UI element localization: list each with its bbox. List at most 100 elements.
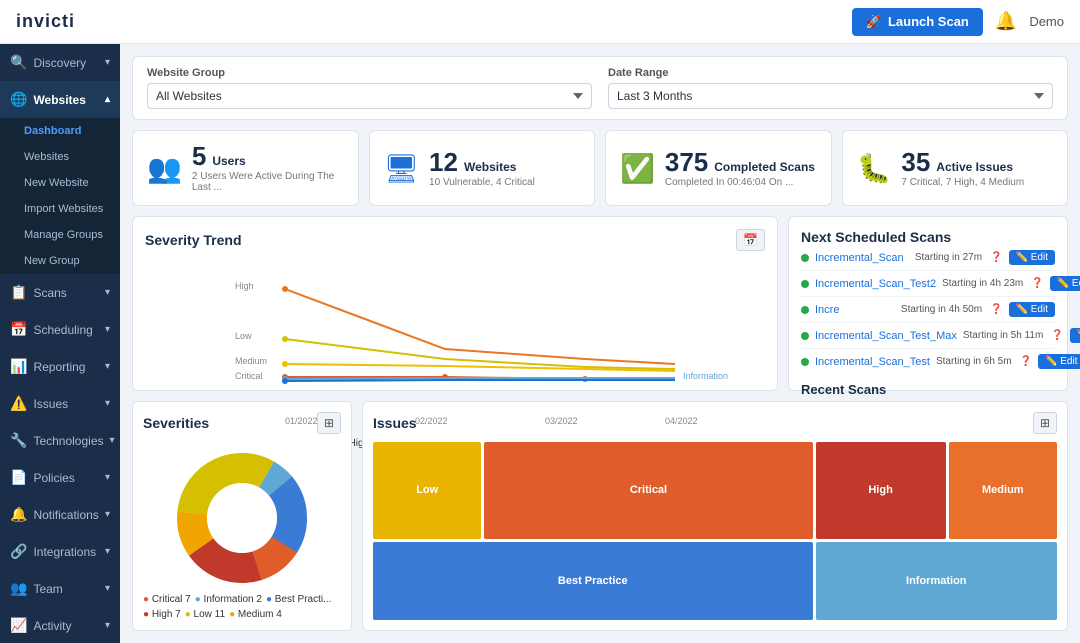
- sidebar-item-technologies[interactable]: 🔧 Technologies ▾: [0, 422, 120, 459]
- chevron-down-icon: ▾: [105, 287, 110, 298]
- sidebar-item-label: Policies: [33, 471, 74, 485]
- header-actions: 🚀 Launch Scan 🔔 Demo: [852, 8, 1064, 36]
- next-scheduled-scans-panel: Next Scheduled Scans Incremental_Scan St…: [788, 216, 1068, 391]
- rocket-icon: 🚀: [866, 14, 882, 30]
- users-sub: 2 Users Were Active During The Last ...: [192, 171, 344, 193]
- activity-icon: 📈: [10, 617, 27, 634]
- scan-time: Starting in 27m: [915, 252, 982, 263]
- scans-stat-icon: ✅: [620, 152, 655, 185]
- chart-title: Severity Trend: [145, 232, 242, 248]
- scan-help-icon[interactable]: ❓: [990, 304, 1002, 315]
- issues-label: Active Issues: [936, 160, 1013, 174]
- notification-icon[interactable]: 🔔: [995, 11, 1017, 32]
- user-label[interactable]: Demo: [1029, 14, 1064, 29]
- svg-text:01/2022: 01/2022: [285, 416, 318, 426]
- sidebar-item-discovery[interactable]: 🔍 Discovery ▾: [0, 44, 120, 81]
- severity-chart-svg: High Low Medium Critical Information 01/…: [145, 259, 765, 429]
- scan-name[interactable]: Incremental_Scan_Test2: [815, 278, 936, 290]
- treemap-low[interactable]: Low: [373, 442, 481, 539]
- treemap-information[interactable]: Information: [816, 542, 1057, 620]
- scan-name[interactable]: Incremental_Scan_Test_Max: [815, 330, 957, 342]
- sidebar-sub-item-new-website[interactable]: New Website: [0, 170, 120, 196]
- svg-text:Critical: Critical: [235, 371, 263, 381]
- sidebar-sub-item-manage-groups[interactable]: Manage Groups: [0, 222, 120, 248]
- date-range-filter: Date Range Last 3 Months: [608, 67, 1053, 109]
- scan-status-dot: [801, 332, 809, 340]
- scan-name[interactable]: Incre: [815, 304, 895, 316]
- sidebar-item-scans[interactable]: 📋 Scans ▾: [0, 274, 120, 311]
- scan-time: Starting in 4h 23m: [942, 278, 1023, 289]
- sidebar-item-label: Team: [33, 582, 62, 596]
- next-scans-title: Next Scheduled Scans: [801, 229, 1055, 245]
- scan-status-dot: [801, 254, 809, 262]
- scans-count: 375: [665, 149, 708, 175]
- website-group-select[interactable]: All Websites: [147, 83, 592, 109]
- edit-scan-button[interactable]: ✏️ Edit: [1009, 302, 1055, 317]
- scan-status-dot: [801, 306, 809, 314]
- sidebar-sub-item-dashboard[interactable]: Dashboard: [0, 118, 120, 144]
- stat-info: 5 Users 2 Users Were Active During The L…: [192, 143, 344, 193]
- sidebar-sub-item-import[interactable]: Import Websites: [0, 196, 120, 222]
- edit-scan-button[interactable]: ✏️ Edit: [1038, 354, 1080, 369]
- svg-text:03/2022: 03/2022: [545, 416, 578, 426]
- treemap: Low Critical High Medium Best Practice I…: [373, 442, 1057, 620]
- users-label: Users: [212, 154, 245, 168]
- recent-scans-title: Recent Scans: [801, 382, 1055, 397]
- edit-scan-button[interactable]: ✏️ Edit: [1070, 328, 1080, 343]
- severities-panel: Severities ⊞: [132, 401, 352, 631]
- scan-name[interactable]: Incremental_Scan: [815, 252, 909, 264]
- sidebar-sub-item-websites[interactable]: Websites: [0, 144, 120, 170]
- scan-help-icon[interactable]: ❓: [1031, 278, 1043, 289]
- sidebar-item-label: Issues: [33, 397, 68, 411]
- sidebar-item-team[interactable]: 👥 Team ▾: [0, 570, 120, 607]
- chevron-down-icon: ▾: [105, 620, 110, 631]
- sidebar-item-activity[interactable]: 📈 Activity ▾: [0, 607, 120, 643]
- severity-legend: ● Critical 7 ● Information 2 ● Best Prac…: [143, 594, 341, 620]
- websites-submenu: Dashboard Websites New Website Import We…: [0, 118, 120, 274]
- chevron-down-icon: ▾: [105, 361, 110, 372]
- date-range-select[interactable]: Last 3 Months: [608, 83, 1053, 109]
- sidebar-sub-item-new-group[interactable]: New Group: [0, 248, 120, 274]
- sidebar-item-integrations[interactable]: 🔗 Integrations ▾: [0, 533, 120, 570]
- sidebar-item-reporting[interactable]: 📊 Reporting ▾: [0, 348, 120, 385]
- scan-help-icon[interactable]: ❓: [1020, 356, 1032, 367]
- sidebar-item-scheduling[interactable]: 📅 Scheduling ▾: [0, 311, 120, 348]
- svg-text:Medium: Medium: [235, 356, 267, 366]
- logo: invicti: [16, 11, 75, 32]
- chevron-down-icon: ▾: [105, 398, 110, 409]
- sidebar-item-label: Notifications: [33, 508, 98, 522]
- treemap-high[interactable]: High: [816, 442, 946, 539]
- scan-time: Starting in 6h 5m: [936, 356, 1012, 367]
- svg-text:02/2022: 02/2022: [415, 416, 448, 426]
- websites-sub: 10 Vulnerable, 4 Critical: [429, 177, 535, 188]
- treemap-critical[interactable]: Critical: [484, 442, 812, 539]
- sidebar-item-notifications[interactable]: 🔔 Notifications ▾: [0, 496, 120, 533]
- scan-help-icon[interactable]: ❓: [990, 252, 1002, 263]
- sidebar-item-label: Activity: [33, 619, 71, 633]
- middle-row: Severity Trend 📅 High Low Medium Critica…: [132, 216, 1068, 391]
- users-count: 5: [192, 143, 206, 169]
- issues-grid-button[interactable]: ⊞: [1033, 412, 1057, 434]
- scan-help-icon[interactable]: ❓: [1051, 330, 1063, 341]
- launch-scan-button[interactable]: 🚀 Launch Scan: [852, 8, 983, 36]
- chevron-up-icon: ▴: [105, 94, 110, 105]
- issues-stat-icon: 🐛: [857, 152, 892, 185]
- stat-info: 12 Websites 10 Vulnerable, 4 Critical: [429, 149, 535, 188]
- sidebar-item-policies[interactable]: 📄 Policies ▾: [0, 459, 120, 496]
- scheduling-icon: 📅: [10, 321, 27, 338]
- scan-name[interactable]: Incremental_Scan_Test: [815, 356, 930, 368]
- chart-calendar-button[interactable]: 📅: [736, 229, 765, 251]
- sidebar-item-websites[interactable]: 🌐 Websites ▴: [0, 81, 120, 118]
- websites-label: Websites: [464, 160, 516, 174]
- treemap-medium[interactable]: Medium: [949, 442, 1057, 539]
- sidebar-item-label: Reporting: [33, 360, 85, 374]
- sidebar-item-issues[interactable]: ⚠️ Issues ▾: [0, 385, 120, 422]
- edit-scan-button[interactable]: ✏️ Edit: [1009, 250, 1055, 265]
- date-range-label: Date Range: [608, 67, 1053, 79]
- policies-icon: 📄: [10, 469, 27, 486]
- edit-scan-button[interactable]: ✏️ Edit: [1050, 276, 1080, 291]
- sidebar-item-label: Integrations: [33, 545, 96, 559]
- chevron-down-icon: ▾: [105, 509, 110, 520]
- scheduled-scan-row: Incremental_Scan_Test Starting in 6h 5m …: [801, 349, 1055, 374]
- treemap-bestpractice[interactable]: Best Practice: [373, 542, 813, 620]
